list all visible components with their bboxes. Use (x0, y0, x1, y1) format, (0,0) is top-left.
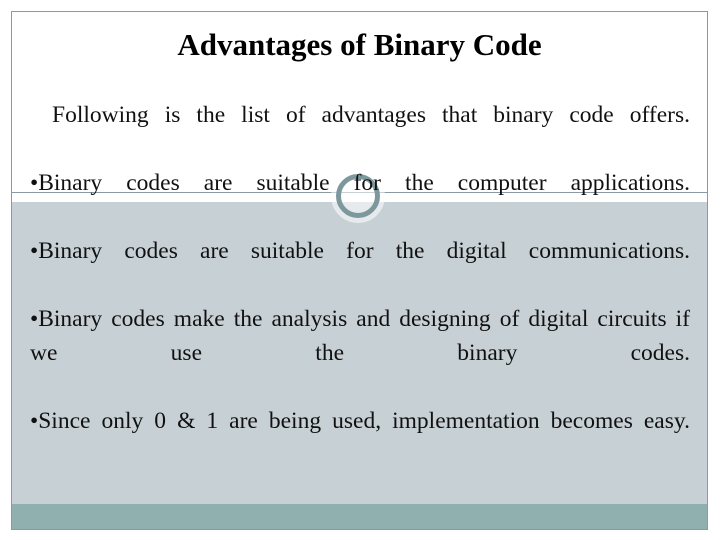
intro-paragraph: Following is the list of advantages that… (36, 102, 691, 128)
bullet-item-4: •Since only 0 & 1 are being used, implem… (30, 408, 690, 434)
bullet-item-3: •Binary codes make the analysis and desi… (30, 306, 690, 366)
slide-footer-teal-band (12, 504, 707, 529)
bullet-item-1: •Binary codes are suitable for the compu… (30, 170, 690, 196)
slide-body-text: Following is the list of advantages that… (30, 98, 690, 472)
slide-title: Advantages of Binary Code (177, 27, 542, 62)
presentation-slide: Advantages of Binary Code Following is t… (0, 0, 720, 540)
bullet-item-2: •Binary codes are suitable for the digit… (30, 238, 690, 264)
